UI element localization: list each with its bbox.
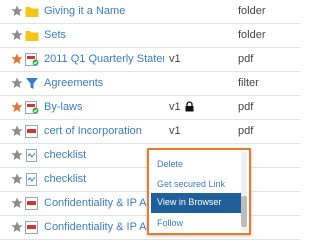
file-type: pdf (238, 53, 254, 65)
document-icon (26, 173, 37, 186)
list-item[interactable]: By-laws v1 pdf (0, 96, 300, 120)
pdf-approved-icon (25, 53, 39, 66)
list-item[interactable]: Sets folder (0, 24, 300, 48)
star-icon[interactable] (11, 77, 23, 89)
version-label: v1 (169, 125, 181, 137)
star-icon[interactable] (11, 197, 23, 209)
star-icon[interactable] (11, 173, 23, 185)
file-name-link[interactable]: 2011 Q1 Quarterly Statem... (44, 53, 164, 65)
pdf-icon (25, 125, 38, 138)
file-type: folder (238, 29, 266, 41)
file-name-link[interactable]: Giving it a Name (44, 5, 164, 17)
menu-scrollbar[interactable] (241, 152, 247, 231)
star-icon[interactable] (11, 101, 23, 113)
document-icon (26, 149, 37, 162)
file-type: pdf (238, 125, 254, 137)
file-name-link[interactable]: Confidentiality & IP Assign (44, 197, 164, 209)
version-label: v1 (169, 53, 181, 65)
pdf-icon (25, 197, 38, 210)
file-type: folder (238, 5, 266, 17)
star-icon[interactable] (11, 29, 23, 41)
file-type: pdf (238, 101, 254, 113)
folder-icon (25, 7, 39, 17)
scrollbar-thumb[interactable] (241, 196, 247, 227)
star-icon[interactable] (11, 5, 23, 17)
file-name-link[interactable]: By-laws (44, 101, 164, 113)
menu-item-follow[interactable]: Follow (151, 214, 243, 233)
list-item[interactable]: 2011 Q1 Quarterly Statem... v1 pdf (0, 48, 300, 72)
star-icon[interactable] (11, 53, 23, 65)
star-icon[interactable] (11, 125, 23, 137)
folder-icon (25, 31, 39, 41)
pdf-approved-icon (25, 101, 39, 114)
context-menu: Delete Get secured Link View in Browser … (147, 148, 251, 235)
star-icon[interactable] (11, 149, 23, 161)
file-name-link[interactable]: Confidentiality & IP Assign (44, 221, 164, 233)
version-label: v1 (169, 101, 181, 113)
pdf-icon (25, 221, 38, 234)
file-name-link[interactable]: checklist (44, 173, 164, 185)
lock-icon (185, 101, 194, 112)
file-type: filter (238, 77, 259, 89)
file-name-link[interactable]: Agreements (44, 77, 164, 89)
star-icon[interactable] (11, 221, 23, 233)
list-item[interactable]: Giving it a Name folder (0, 0, 300, 24)
filter-icon (26, 78, 38, 89)
menu-item-view-in-browser[interactable]: View in Browser (151, 193, 243, 213)
menu-item-get-secured-link[interactable]: Get secured Link (151, 175, 243, 195)
menu-item-delete[interactable]: Delete (151, 155, 243, 175)
file-name-link[interactable]: checklist (44, 149, 164, 161)
file-name-link[interactable]: Sets (44, 29, 164, 41)
list-item[interactable]: cert of Incorporation v1 pdf (0, 120, 300, 144)
list-item[interactable]: Agreements filter (0, 72, 300, 96)
file-name-link[interactable]: cert of Incorporation (44, 125, 164, 137)
